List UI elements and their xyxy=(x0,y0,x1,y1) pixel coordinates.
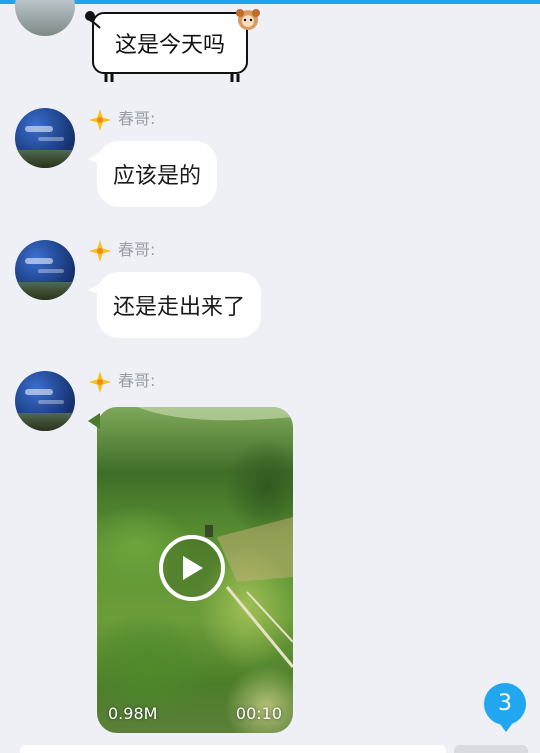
bubble-theme-decoration-icon xyxy=(85,9,260,82)
sender-row: 春哥: xyxy=(88,370,156,393)
sender-name: 春哥: xyxy=(118,371,156,390)
sender-avatar[interactable] xyxy=(15,240,75,300)
message-input[interactable] xyxy=(20,745,446,753)
video-message[interactable]: 0.98M 00:10 xyxy=(97,407,293,733)
star-badge-icon xyxy=(88,239,111,262)
sender-name: 春哥: xyxy=(118,109,156,128)
sender-name: 春哥: xyxy=(118,240,156,259)
play-button[interactable] xyxy=(159,535,225,601)
sender-avatar[interactable] xyxy=(15,371,75,431)
message-text: 应该是的 xyxy=(113,164,202,189)
sender-row: 春哥: xyxy=(88,108,156,131)
message-text: 还是走出来了 xyxy=(113,295,246,320)
chat-bubble[interactable]: 应该是的 xyxy=(88,141,218,207)
chat-bubble[interactable]: 还是走出来了 xyxy=(88,272,262,338)
top-accent-bar xyxy=(0,0,540,4)
star-badge-icon xyxy=(88,108,111,131)
video-size: 0.98M xyxy=(108,704,158,723)
input-bar xyxy=(0,742,540,753)
send-button[interactable] xyxy=(454,745,528,753)
bubble-tail-icon xyxy=(88,413,100,429)
sender-avatar[interactable] xyxy=(15,108,75,168)
play-icon xyxy=(183,556,203,580)
star-badge-icon xyxy=(88,370,111,393)
video-duration: 00:10 xyxy=(235,704,282,723)
unread-count-badge[interactable]: 3 xyxy=(484,683,526,732)
self-avatar[interactable] xyxy=(15,0,75,36)
sender-row: 春哥: xyxy=(88,239,156,262)
bubble-tail-icon xyxy=(88,282,102,296)
bubble-tail-icon xyxy=(88,151,102,165)
